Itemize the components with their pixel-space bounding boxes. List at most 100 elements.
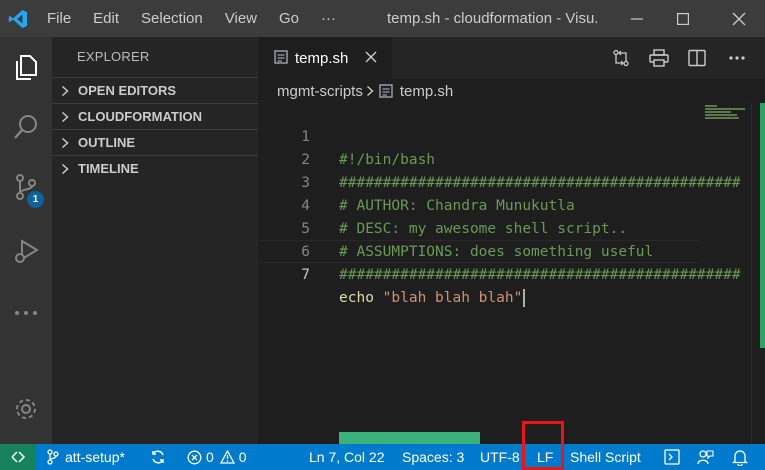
section-open-editors[interactable]: OPEN EDITORS <box>52 77 258 103</box>
feedback-icon <box>697 449 714 464</box>
activity-bar: 1 <box>0 37 52 444</box>
line-number: 7 <box>301 267 310 283</box>
status-bar: att-setup* 0 0 Ln 7, Col 22 Spaces: 3 UT… <box>0 444 765 470</box>
explorer-icon <box>16 55 37 80</box>
minimize-button[interactable] <box>614 0 660 37</box>
sync-icon <box>152 450 164 464</box>
open-changes-button[interactable] <box>610 47 632 69</box>
source-control-badge: 1 <box>27 191 44 208</box>
activity-manage[interactable] <box>0 385 52 433</box>
remote-indicator[interactable] <box>0 444 36 470</box>
section-label: OUTLINE <box>78 134 136 150</box>
code-line: 4 # DESC: my awesome shell script.. <box>258 172 700 237</box>
window-title: temp.sh - cloudformation - Visu... <box>387 10 597 27</box>
code-line: 1 #!/bin/bash <box>258 103 700 168</box>
explorer-sidebar: EXPLORER OPEN EDITORS CLOUDFORMATION OUT… <box>52 37 258 444</box>
warning-icon <box>219 450 235 464</box>
text-cursor <box>523 289 526 307</box>
menu-more[interactable]: ··· <box>310 0 347 37</box>
file-icon <box>274 49 288 67</box>
chevron-right-icon <box>52 111 78 123</box>
print-button[interactable] <box>648 47 670 69</box>
run-debug-icon <box>15 239 39 263</box>
compare-changes-icon <box>613 49 629 67</box>
chevron-right-icon <box>366 85 374 97</box>
code-line: 3 # AUTHOR: Chandra Munukutla <box>258 149 700 214</box>
code-line: 5 # ASSUMPTIONS: does something useful <box>258 195 700 260</box>
horizontal-scrollbar-thumb[interactable] <box>339 432 480 444</box>
problems-indicator[interactable]: 0 0 <box>187 444 247 470</box>
chevron-right-icon <box>52 137 78 149</box>
activity-search[interactable] <box>0 103 52 151</box>
gear-icon <box>16 399 36 419</box>
minimap-line <box>705 114 737 116</box>
chevron-right-icon <box>52 163 78 175</box>
feedback-button[interactable] <box>697 444 720 470</box>
print-icon <box>649 49 669 67</box>
breadcrumb-folder[interactable]: mgmt-scripts <box>277 83 363 100</box>
minimize-icon <box>631 17 643 20</box>
code-keyword: echo <box>339 290 374 306</box>
error-count: 0 <box>206 449 214 465</box>
breadcrumb-file[interactable]: temp.sh <box>400 83 453 100</box>
eol-selector[interactable]: LF <box>537 444 553 470</box>
code-text: ########################################… <box>339 267 741 283</box>
more-icon <box>15 311 37 315</box>
title-bar: File Edit Selection View Go ··· temp.sh … <box>0 0 765 37</box>
tab-temp-sh[interactable]: temp.sh <box>258 37 392 79</box>
encoding-selector[interactable]: UTF-8 <box>480 444 520 470</box>
split-editor-button[interactable] <box>686 47 708 69</box>
notifications-button[interactable] <box>732 444 754 470</box>
file-icon <box>379 84 393 98</box>
activity-run-debug[interactable] <box>0 227 52 275</box>
terminal-icon <box>664 449 680 465</box>
menu-view[interactable]: View <box>214 0 268 37</box>
section-outline[interactable]: OUTLINE <box>52 129 258 155</box>
scrollbar-change-marker <box>760 103 765 348</box>
code-editor[interactable]: 1 #!/bin/bash 2 ########################… <box>258 103 765 444</box>
remote-icon <box>11 451 26 463</box>
breadcrumb: mgmt-scripts temp.sh <box>258 79 765 103</box>
close-icon <box>732 12 746 25</box>
section-timeline[interactable]: TIMELINE <box>52 155 258 181</box>
branch-name: att-setup* <box>65 449 125 465</box>
language-mode-selector[interactable]: Shell Script <box>570 444 641 470</box>
menu-selection[interactable]: Selection <box>130 0 214 37</box>
code-line: 2 ######################################… <box>258 126 740 191</box>
section-label: TIMELINE <box>78 160 139 176</box>
more-actions-button[interactable] <box>726 47 748 69</box>
terminal-button[interactable] <box>664 444 686 470</box>
error-icon <box>187 450 202 464</box>
bell-icon <box>732 449 748 466</box>
close-window-button[interactable] <box>716 0 762 37</box>
more-icon <box>729 56 745 60</box>
editor-tab-bar: temp.sh <box>258 37 765 79</box>
indentation-selector[interactable]: Spaces: 3 <box>402 444 464 470</box>
section-cloudformation[interactable]: CLOUDFORMATION <box>52 103 258 129</box>
chevron-right-icon <box>52 85 78 97</box>
sidebar-title: EXPLORER <box>77 49 150 64</box>
search-icon <box>14 115 37 139</box>
current-code-line: 7 echo "blah blah blah" <box>258 240 700 307</box>
menu-file[interactable]: File <box>36 0 82 37</box>
code-text: echo "blah blah blah" <box>339 287 526 310</box>
warning-count: 0 <box>238 449 247 465</box>
code-string: "blah blah blah" <box>382 290 523 306</box>
menu-edit[interactable]: Edit <box>82 0 130 37</box>
close-tab-icon[interactable] <box>364 50 378 67</box>
activity-source-control[interactable] <box>0 163 52 211</box>
activity-explorer[interactable] <box>0 43 52 91</box>
branch-indicator[interactable]: att-setup* <box>47 444 125 470</box>
activity-more[interactable] <box>0 289 52 337</box>
sync-button[interactable] <box>150 444 172 470</box>
cursor-position[interactable]: Ln 7, Col 22 <box>309 444 385 470</box>
tab-label: temp.sh <box>295 49 349 67</box>
menu-bar: File Edit Selection View Go ··· <box>36 0 347 37</box>
maximize-icon <box>677 12 689 25</box>
menu-go[interactable]: Go <box>268 0 310 37</box>
maximize-button[interactable] <box>660 0 706 37</box>
section-label: OPEN EDITORS <box>78 82 177 98</box>
split-editor-icon <box>688 49 706 67</box>
minimap-line <box>705 117 739 119</box>
vertical-scrollbar[interactable] <box>751 103 765 444</box>
